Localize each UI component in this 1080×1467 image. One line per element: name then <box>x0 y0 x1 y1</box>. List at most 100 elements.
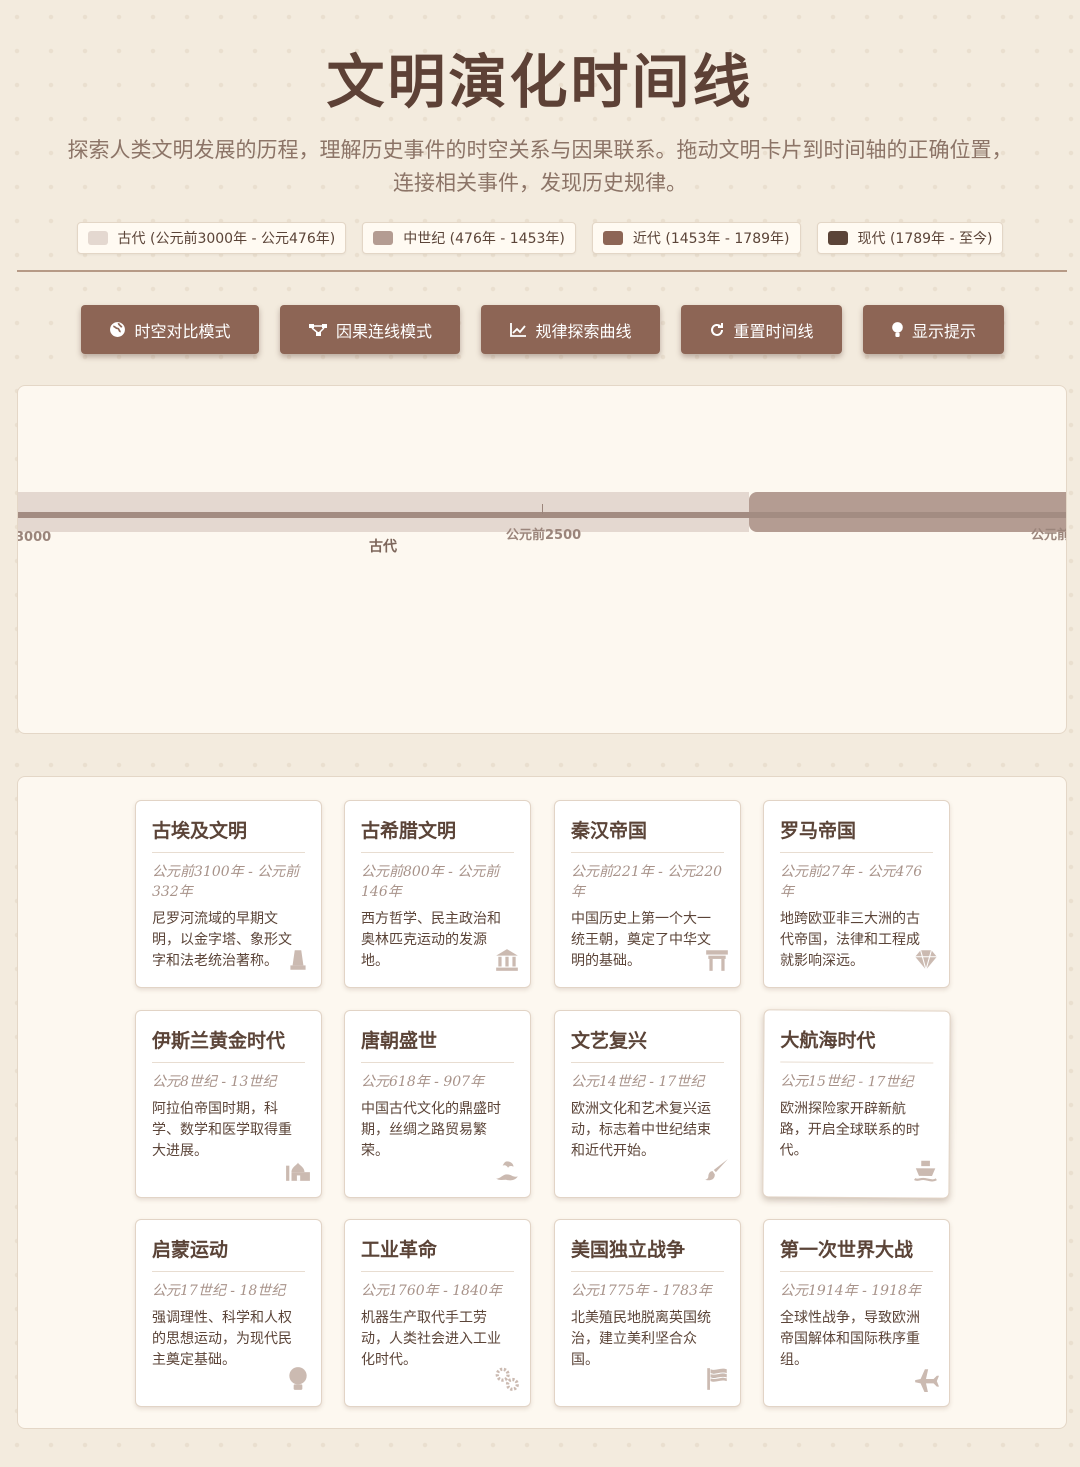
card-description: 欧洲探险家开辟新航路，开启全球联系的时代。 <box>779 1100 920 1159</box>
dragon-icon <box>496 1161 518 1181</box>
gem-icon <box>915 950 937 970</box>
legend-swatch-ancient <box>87 231 108 245</box>
legend-label: 中世纪 (476年 - 1453年) <box>403 231 565 247</box>
civilization-card[interactable]: 第一次世界大战 公元1914年 - 1918年 全球性战争，导致欧洲帝国解体和国… <box>763 1219 950 1407</box>
legend-swatch-medieval <box>373 231 394 245</box>
civilization-cards-panel: 古埃及文明 公元前3100年 - 公元前332年 尼罗河流域的早期文明，以金字塔… <box>17 776 1067 1429</box>
card-title: 大航海时代 <box>780 1028 934 1064</box>
legend-swatch-early-modern <box>602 231 623 245</box>
civilization-card[interactable]: 唐朝盛世 公元618年 - 907年 中国古代文化的鼎盛时期，丝绸之路贸易繁荣。 <box>344 1010 531 1198</box>
pattern-curve-label: 规律探索曲线 <box>535 321 632 341</box>
civilization-card[interactable]: 启蒙运动 公元17世纪 - 18世纪 强调理性、科学和人权的思想运动，为现代民主… <box>135 1219 322 1407</box>
mosque-icon <box>286 1162 310 1181</box>
torii-gate-icon <box>706 950 728 971</box>
tick-label-end: 公元前 <box>1031 528 1067 543</box>
temple-icon <box>496 949 518 971</box>
lightbulb-icon <box>892 322 903 337</box>
card-description: 地跨欧亚非三大洲的古代帝国，法律和工程成就影响深远。 <box>780 911 920 969</box>
toolbar: 时空对比模式 因果连线模式 规律探索曲线 重置时间线 显示提示 <box>0 305 1080 354</box>
legend-item-early-modern: 近代 (1453年 - 1789年) <box>591 222 801 254</box>
civilization-card[interactable]: 伊斯兰黄金时代 公元8世纪 - 13世纪 阿拉伯帝国时期，科学、数学和医学取得重… <box>135 1010 322 1198</box>
card-description: 北美殖民地脱离英国统治，建立美利坚合众国。 <box>571 1310 711 1368</box>
card-description: 尼罗河流域的早期文明，以金字塔、象形文字和法老统治著称。 <box>152 911 292 969</box>
card-date: 公元前800年 - 公元前146年 <box>361 864 500 900</box>
era-label-ancient: 古代 <box>369 539 397 555</box>
compare-mode-button[interactable]: 时空对比模式 <box>81 305 259 354</box>
card-description: 西方哲学、民主政治和奥林匹克运动的发源地。 <box>361 911 501 969</box>
header-divider <box>17 270 1067 272</box>
card-title: 启蒙运动 <box>152 1238 305 1272</box>
flag-icon <box>707 1368 727 1390</box>
civilization-card[interactable]: 古希腊文明 公元前800年 - 公元前146年 西方哲学、民主政治和奥林匹克运动… <box>344 800 531 988</box>
network-icon <box>308 323 327 336</box>
card-title: 古希腊文明 <box>361 819 514 853</box>
card-description: 全球性战争，导致欧洲帝国解体和国际秩序重组。 <box>780 1310 920 1368</box>
card-date: 公元前27年 - 公元476年 <box>780 864 923 900</box>
card-title: 古埃及文明 <box>152 819 305 853</box>
civilization-card-dragging[interactable]: 大航海时代 公元15世纪 - 17世纪 欧洲探险家开辟新航路，开启全球联系的时代… <box>762 1009 951 1199</box>
page-subtitle: 探索人类文明发展的历程，理解历史事件的时空关系与因果联系。拖动文明卡片到时间轴的… <box>67 138 1013 195</box>
card-description: 强调理性、科学和人权的思想运动，为现代民主奠定基础。 <box>152 1310 292 1368</box>
civilization-card[interactable]: 工业革命 公元1760年 - 1840年 机器生产取代手工劳动，人类社会进入工业… <box>344 1219 531 1407</box>
gears-icon <box>495 1367 519 1391</box>
civilization-card[interactable]: 美国独立战争 公元1775年 - 1783年 北美殖民地脱离英国统治，建立美利坚… <box>554 1219 741 1407</box>
card-title: 美国独立战争 <box>571 1238 724 1272</box>
civilization-card[interactable]: 秦汉帝国 公元前221年 - 公元220年 中国历史上第一个大一统王朝，奠定了中… <box>554 800 741 988</box>
legend-label: 近代 (1453年 - 1789年) <box>632 231 790 247</box>
legend-label: 古代 (公元前3000年 - 公元476年) <box>117 231 336 247</box>
civilization-card[interactable]: 古埃及文明 公元前3100年 - 公元前332年 尼罗河流域的早期文明，以金字塔… <box>135 800 322 988</box>
era-legend: 古代 (公元前3000年 - 公元476年) 中世纪 (476年 - 1453年… <box>0 222 1080 254</box>
tick-label-start: 前3000 <box>18 530 52 545</box>
reset-timeline-button[interactable]: 重置时间线 <box>681 305 842 354</box>
card-date: 公元17世纪 - 18世纪 <box>152 1283 286 1299</box>
timeline-panel[interactable]: 前3000 公元前2500 公元前 古代 <box>17 385 1067 734</box>
card-description: 中国历史上第一个大一统王朝，奠定了中华文明的基础。 <box>571 911 711 969</box>
tick-mark <box>542 504 543 514</box>
card-date: 公元14世纪 - 17世纪 <box>571 1074 705 1090</box>
compare-mode-label: 时空对比模式 <box>134 321 231 341</box>
globe-icon <box>110 322 126 337</box>
card-title: 文艺复兴 <box>571 1029 724 1063</box>
card-title: 工业革命 <box>361 1238 514 1272</box>
page-header: 文明演化时间线 探索人类文明发展的历程，理解历史事件的时空关系与因果联系。拖动文… <box>0 0 1080 254</box>
pattern-curve-button[interactable]: 规律探索曲线 <box>481 305 660 354</box>
card-title: 唐朝盛世 <box>361 1029 514 1063</box>
card-date: 公元1760年 - 1840年 <box>361 1283 502 1299</box>
card-date: 公元前3100年 - 公元前332年 <box>152 864 300 900</box>
card-date: 公元618年 - 907年 <box>361 1074 485 1090</box>
line-chart-icon <box>510 322 527 337</box>
card-date: 公元8世纪 - 13世纪 <box>152 1074 277 1090</box>
card-title: 秦汉帝国 <box>571 819 724 853</box>
show-hint-label: 显示提示 <box>911 321 976 341</box>
card-title: 第一次世界大战 <box>780 1238 933 1272</box>
tick-label-mid: 公元前2500 <box>506 528 582 543</box>
card-description: 阿拉伯帝国时期，科学、数学和医学取得重大进展。 <box>152 1101 292 1159</box>
card-date: 公元1775年 - 1783年 <box>571 1283 712 1299</box>
card-description: 欧洲文化和艺术复兴运动，标志着中世纪结束和近代开始。 <box>571 1101 711 1159</box>
card-date: 公元15世纪 - 17世纪 <box>780 1073 914 1091</box>
card-date: 公元前221年 - 公元220年 <box>571 864 723 900</box>
causal-link-button[interactable]: 因果连线模式 <box>280 305 460 354</box>
legend-swatch-modern <box>827 231 848 245</box>
reset-timeline-label: 重置时间线 <box>733 321 814 341</box>
paintbrush-icon <box>705 1159 728 1181</box>
civilization-card[interactable]: 罗马帝国 公元前27年 - 公元476年 地跨欧亚非三大洲的古代帝国，法律和工程… <box>763 800 950 988</box>
card-description: 中国古代文化的鼎盛时期，丝绸之路贸易繁荣。 <box>361 1101 501 1159</box>
legend-item-modern: 现代 (1789年 - 至今) <box>816 222 1004 254</box>
card-title: 伊斯兰黄金时代 <box>152 1029 305 1063</box>
legend-label: 现代 (1789年 - 至今) <box>857 231 993 247</box>
page-title: 文明演化时间线 <box>326 48 754 116</box>
legend-item-ancient: 古代 (公元前3000年 - 公元476年) <box>76 222 347 254</box>
card-description: 机器生产取代手工劳动，人类社会进入工业化时代。 <box>361 1310 501 1368</box>
refresh-icon <box>711 322 724 336</box>
lightbulb-icon <box>289 1367 307 1390</box>
plane-icon <box>915 1369 939 1392</box>
civilization-card[interactable]: 文艺复兴 公元14世纪 - 17世纪 欧洲文化和艺术复兴运动，标志着中世纪结束和… <box>554 1010 741 1198</box>
card-title: 罗马帝国 <box>780 819 933 853</box>
card-date: 公元1914年 - 1918年 <box>780 1283 921 1299</box>
ship-icon <box>914 1160 937 1182</box>
causal-link-label: 因果连线模式 <box>335 321 432 341</box>
legend-item-medieval: 中世纪 (476年 - 1453年) <box>362 222 576 254</box>
show-hint-button[interactable]: 显示提示 <box>863 305 1004 354</box>
pharaoh-icon <box>290 950 306 970</box>
